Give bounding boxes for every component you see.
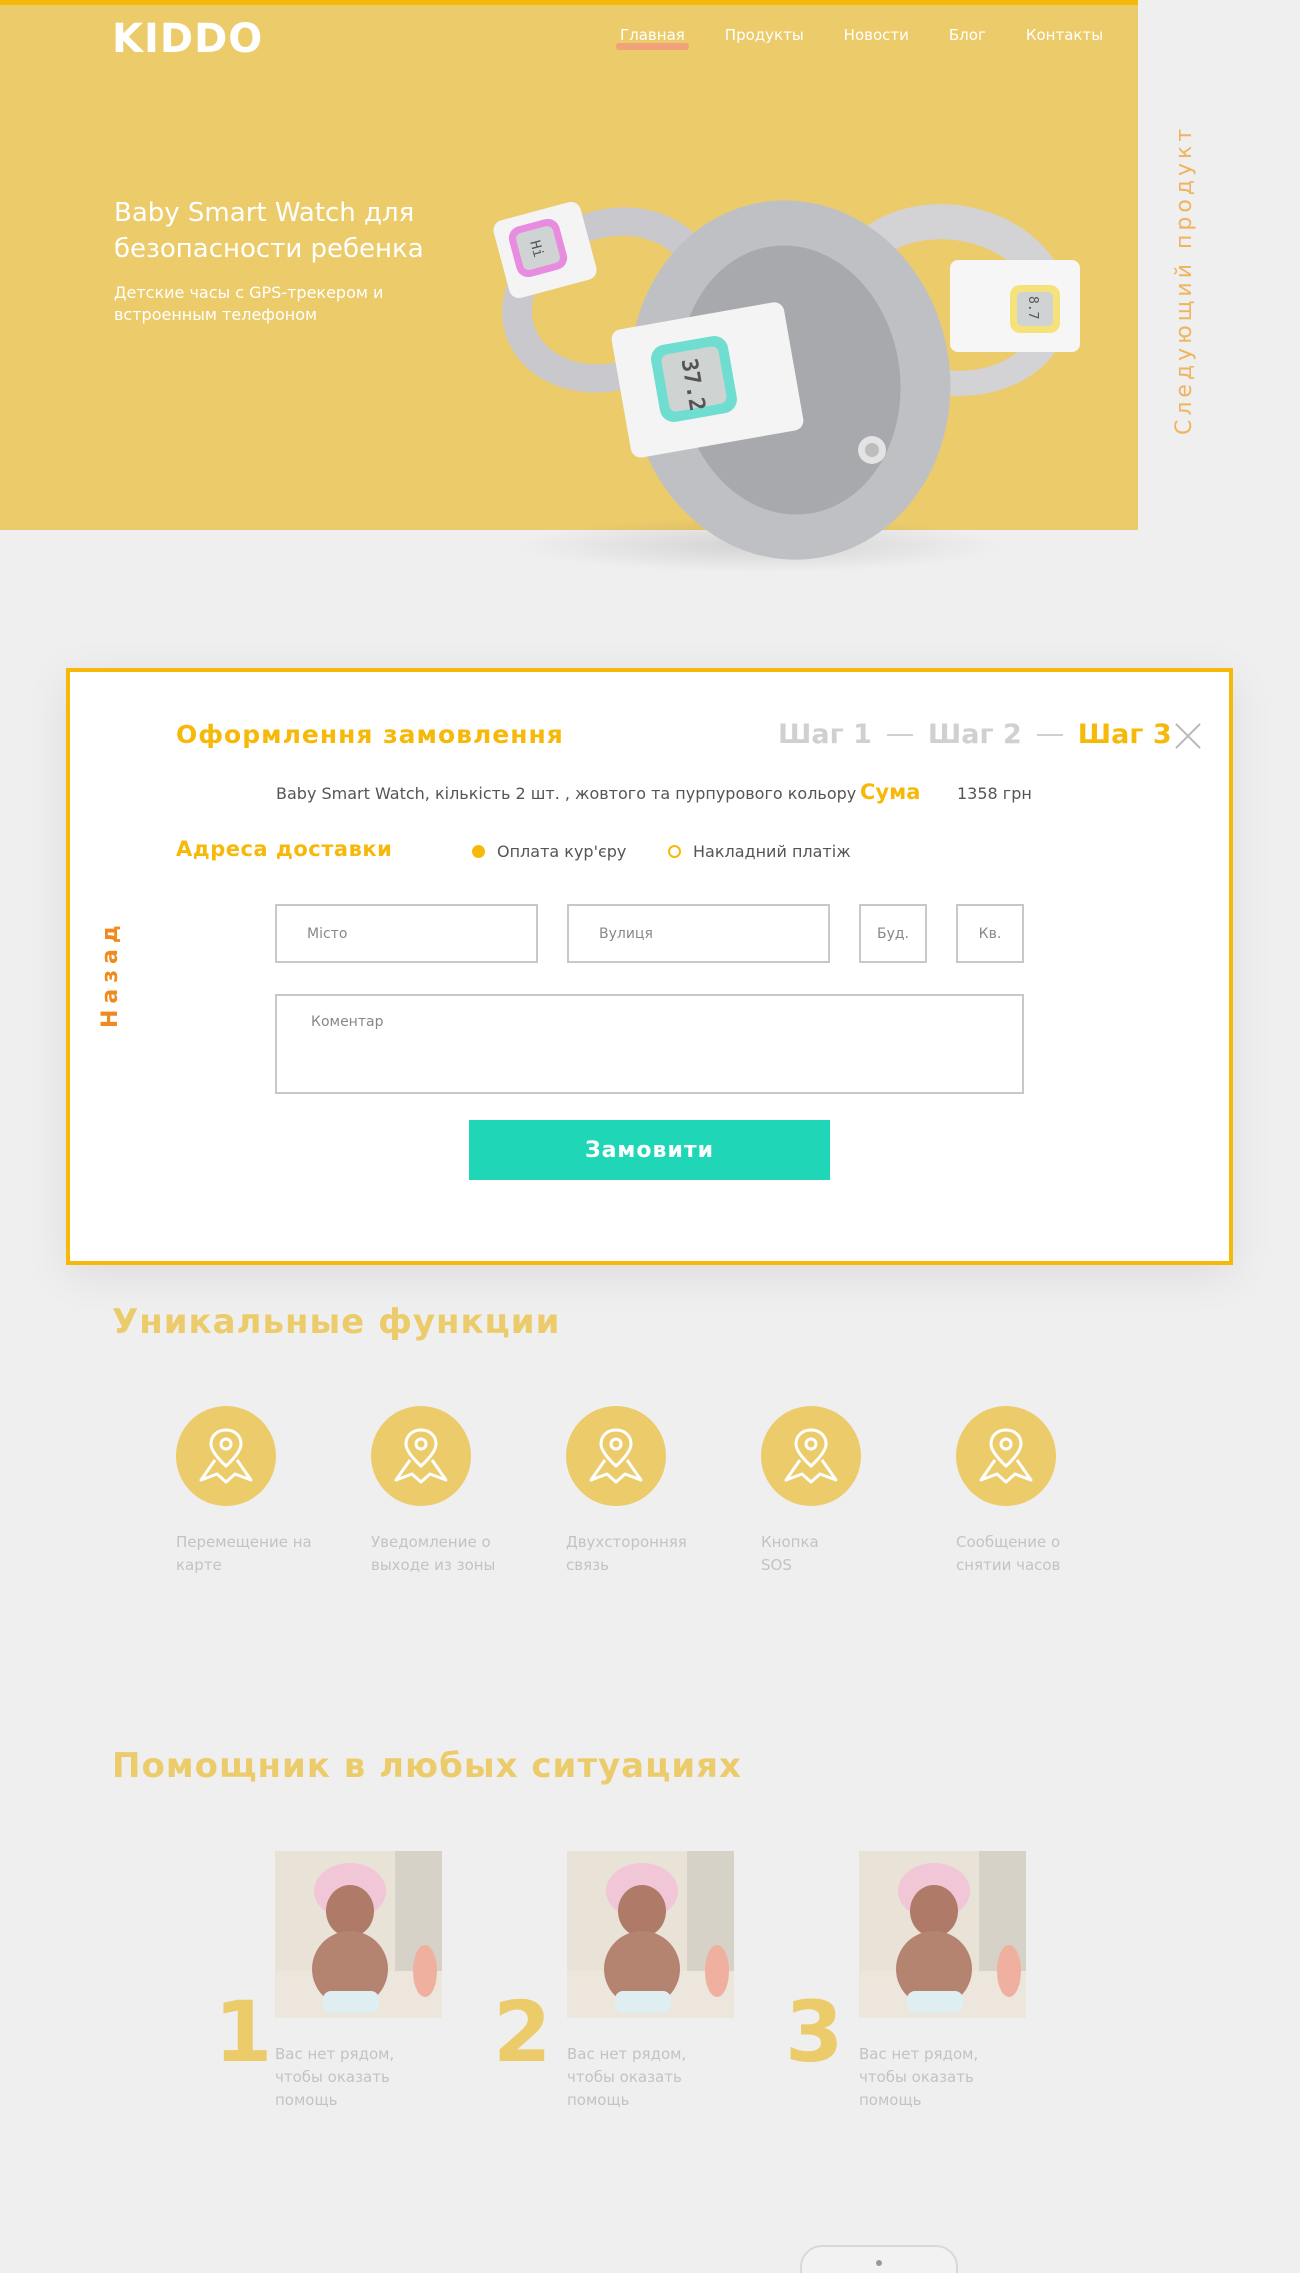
next-product-link[interactable]: Следующий продукт	[1168, 125, 1200, 435]
nav-item-products[interactable]: Продукты	[725, 26, 804, 44]
back-label: Назад	[98, 919, 123, 1028]
feature-item: Уведомление о выходе из зоны	[371, 1406, 521, 1577]
features-title: Уникальные функции	[112, 1302, 561, 1342]
hero-subtitle: Детские часы с GPS-трекером и встроенным…	[114, 283, 384, 324]
feature-circle	[371, 1406, 471, 1506]
bottom-device-illustration	[800, 2245, 958, 2273]
nav-item-home[interactable]: Главная	[616, 26, 689, 50]
helper-text: Вас нет рядом, чтобы оказать помощь	[859, 2045, 979, 2109]
watch-right-readout: 8.7	[1025, 296, 1040, 319]
logo[interactable]: KIDDO	[112, 16, 263, 62]
street-field[interactable]	[567, 904, 830, 963]
map-pin-icon	[199, 1428, 253, 1484]
feature-item: Кнопка SOS	[761, 1406, 911, 1577]
order-description: Baby Smart Watch, кількість 2 шт. , жовт…	[276, 784, 857, 803]
helper-photo	[567, 1851, 734, 2018]
building-field[interactable]	[859, 904, 927, 963]
next-product-label: Следующий продукт	[1172, 124, 1197, 435]
nav-item-blog[interactable]: Блог	[949, 26, 986, 44]
feature-label: Уведомление о выходе из зоны	[371, 1533, 496, 1574]
feature-label: Кнопка SOS	[761, 1533, 819, 1574]
payment-option-cod[interactable]: Накладний платіж	[668, 842, 851, 861]
feature-circle	[956, 1406, 1056, 1506]
delivery-title: Адреса доставки	[176, 837, 393, 861]
radio-selected-icon	[472, 845, 485, 858]
helper-title: Помощник в любых ситуациях	[112, 1746, 742, 1786]
step-1[interactable]: Шаг 1	[778, 719, 872, 750]
sum-label: Сума	[860, 780, 921, 804]
step-separator	[886, 733, 913, 736]
child-photo-image	[859, 1851, 1026, 2018]
feature-label: Двухсторонняя связь	[566, 1533, 687, 1574]
back-button[interactable]: Назад	[96, 919, 126, 1042]
map-pin-icon	[394, 1428, 448, 1484]
helper-number: 2	[493, 1983, 552, 2081]
helper-photo	[859, 1851, 1026, 2018]
close-icon[interactable]	[1174, 722, 1202, 750]
helper-text: Вас нет рядом, чтобы оказать помощь	[275, 2045, 395, 2109]
child-photo-image	[567, 1851, 734, 2018]
nav-item-news[interactable]: Новости	[844, 26, 909, 44]
child-photo-image	[275, 1851, 442, 2018]
apartment-field[interactable]	[956, 904, 1024, 963]
radio-unselected-icon	[668, 845, 681, 858]
feature-item: Двухсторонняя связь	[566, 1406, 716, 1577]
payment-option-courier[interactable]: Оплата кур'єру	[472, 842, 626, 861]
feature-circle	[761, 1406, 861, 1506]
map-pin-icon	[979, 1428, 1033, 1484]
nav-item-contacts[interactable]: Контакты	[1026, 26, 1103, 44]
helper-number: 1	[214, 1983, 273, 2081]
feature-label: Перемещение на карте	[176, 1533, 312, 1574]
step-3[interactable]: Шаг 3	[1078, 719, 1172, 750]
feature-circle	[176, 1406, 276, 1506]
sum-value: 1358 грн	[957, 784, 1032, 803]
order-submit-button[interactable]: Замовити	[469, 1120, 830, 1180]
step-2[interactable]: Шаг 2	[928, 719, 1022, 750]
feature-circle	[566, 1406, 666, 1506]
order-modal: Оформлення замовлення Шаг 1 Шаг 2 Шаг 3 …	[66, 668, 1233, 1265]
step-indicator: Шаг 1 Шаг 2 Шаг 3	[778, 719, 1172, 750]
feature-item: Перемещение на карте	[176, 1406, 326, 1577]
main-nav: Главная Продукты Новости Блог Контакты	[616, 26, 1143, 50]
payment-option-label: Накладний платіж	[693, 842, 851, 861]
helper-photo	[275, 1851, 442, 2018]
map-pin-icon	[784, 1428, 838, 1484]
feature-label: Сообщение о снятии часов	[956, 1533, 1061, 1574]
hero-title: Baby Smart Watch для безопасности ребенк…	[114, 198, 424, 264]
step-separator	[1036, 733, 1063, 736]
modal-title: Оформлення замовлення	[176, 720, 564, 749]
map-pin-icon	[589, 1428, 643, 1484]
helper-number: 3	[785, 1983, 844, 2081]
feature-item: Сообщение о снятии часов	[956, 1406, 1106, 1577]
city-field[interactable]	[275, 904, 538, 963]
product-watches-illustration: Hi 8.7 37.2	[493, 200, 1080, 573]
hero-top-accent-line	[0, 0, 1138, 5]
comment-field[interactable]	[275, 994, 1024, 1094]
helper-text: Вас нет рядом, чтобы оказать помощь	[567, 2045, 687, 2109]
payment-option-label: Оплата кур'єру	[497, 842, 627, 861]
